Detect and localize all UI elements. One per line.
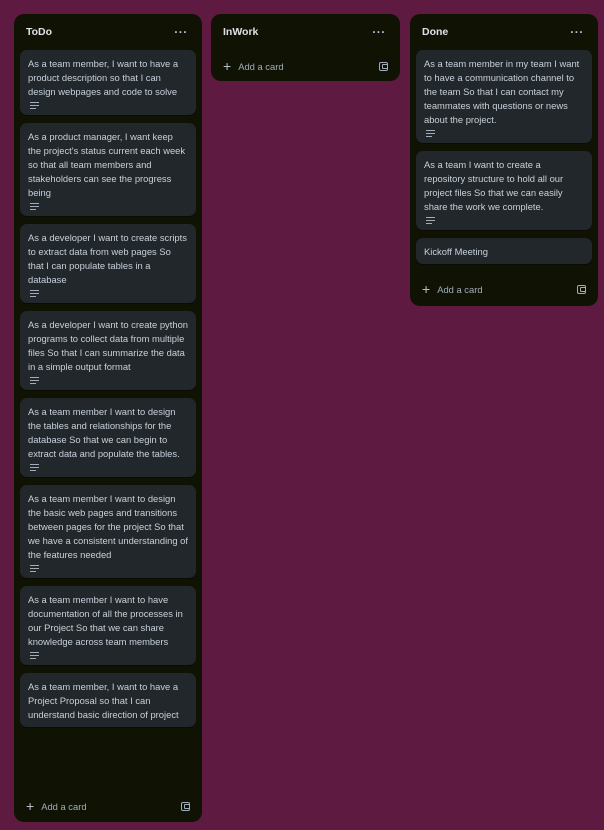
list-title[interactable]: InWork xyxy=(223,26,258,38)
list-title[interactable]: Done xyxy=(422,26,448,38)
card-title: As a team I want to create a repository … xyxy=(424,159,564,212)
card[interactable]: Kickoff Meeting xyxy=(416,238,592,264)
more-options-icon[interactable]: ··· xyxy=(568,23,586,41)
add-card-label: Add a card xyxy=(437,283,483,295)
add-card-label: Add a card xyxy=(238,60,284,72)
add-card-label: Add a card xyxy=(41,800,87,812)
list-header: Done ··· xyxy=(416,14,592,50)
card-title: As a developer I want to create python p… xyxy=(28,319,188,372)
description-icon xyxy=(30,102,40,110)
card[interactable]: As a product manager, I want keep the pr… xyxy=(20,123,196,216)
card-title: As a team member in my team I want to ha… xyxy=(424,58,580,125)
card-title: As a team member, I want to have a Proje… xyxy=(28,681,179,720)
list-inwork: InWork ··· + Add a card xyxy=(211,14,400,81)
description-icon xyxy=(30,203,40,211)
card[interactable]: As a developer I want to create python p… xyxy=(20,311,196,390)
add-card-button[interactable]: + Add a card xyxy=(26,799,87,813)
card[interactable]: As a team I want to create a repository … xyxy=(416,151,592,230)
add-card-button[interactable]: + Add a card xyxy=(223,59,284,73)
description-icon xyxy=(30,377,40,385)
description-icon xyxy=(30,290,40,298)
add-card-row: + Add a card xyxy=(20,792,196,820)
more-options-icon[interactable]: ··· xyxy=(370,23,388,41)
add-card-row: + Add a card xyxy=(217,52,394,80)
add-card-button[interactable]: + Add a card xyxy=(422,282,483,296)
plus-icon: + xyxy=(223,58,232,74)
list-header: InWork ··· xyxy=(217,14,394,50)
add-card-row: + Add a card xyxy=(416,275,592,303)
plus-icon: + xyxy=(26,798,35,814)
card-list: As a team member, I want to have a produ… xyxy=(20,50,196,810)
description-icon xyxy=(30,565,40,573)
more-options-icon[interactable]: ··· xyxy=(172,23,190,41)
description-icon xyxy=(30,464,40,472)
card-title: As a team member I want to design the ba… xyxy=(28,493,189,560)
card-title: Kickoff Meeting xyxy=(424,246,488,257)
card-title: As a team member I want to have document… xyxy=(28,594,183,647)
description-icon xyxy=(426,130,436,138)
template-icon[interactable] xyxy=(379,61,388,71)
list-todo: ToDo ··· As a team member, I want to hav… xyxy=(14,14,202,822)
card[interactable]: As a team member in my team I want to ha… xyxy=(416,50,592,143)
template-icon[interactable] xyxy=(181,801,190,811)
card-title: As a product manager, I want keep the pr… xyxy=(28,131,186,198)
plus-icon: + xyxy=(422,281,431,297)
description-icon xyxy=(30,652,40,660)
card[interactable]: As a team member, I want to have a Proje… xyxy=(20,673,196,727)
template-icon[interactable] xyxy=(577,284,586,294)
card-title: As a team member, I want to have a produ… xyxy=(28,58,179,97)
list-done: Done ··· As a team member in my team I w… xyxy=(410,14,598,306)
list-title[interactable]: ToDo xyxy=(26,26,52,38)
card[interactable]: As a developer I want to create scripts … xyxy=(20,224,196,303)
description-icon xyxy=(426,217,436,225)
card[interactable]: As a team member I want to design the ba… xyxy=(20,485,196,578)
card[interactable]: As a team member I want to design the ta… xyxy=(20,398,196,477)
board: ToDo ··· As a team member, I want to hav… xyxy=(0,0,604,830)
card[interactable]: As a team member I want to have document… xyxy=(20,586,196,665)
card-title: As a team member I want to design the ta… xyxy=(28,406,180,459)
card[interactable]: As a team member, I want to have a produ… xyxy=(20,50,196,115)
list-header: ToDo ··· xyxy=(20,14,196,50)
card-list: As a team member in my team I want to ha… xyxy=(416,50,592,264)
card-title: As a developer I want to create scripts … xyxy=(28,232,187,285)
